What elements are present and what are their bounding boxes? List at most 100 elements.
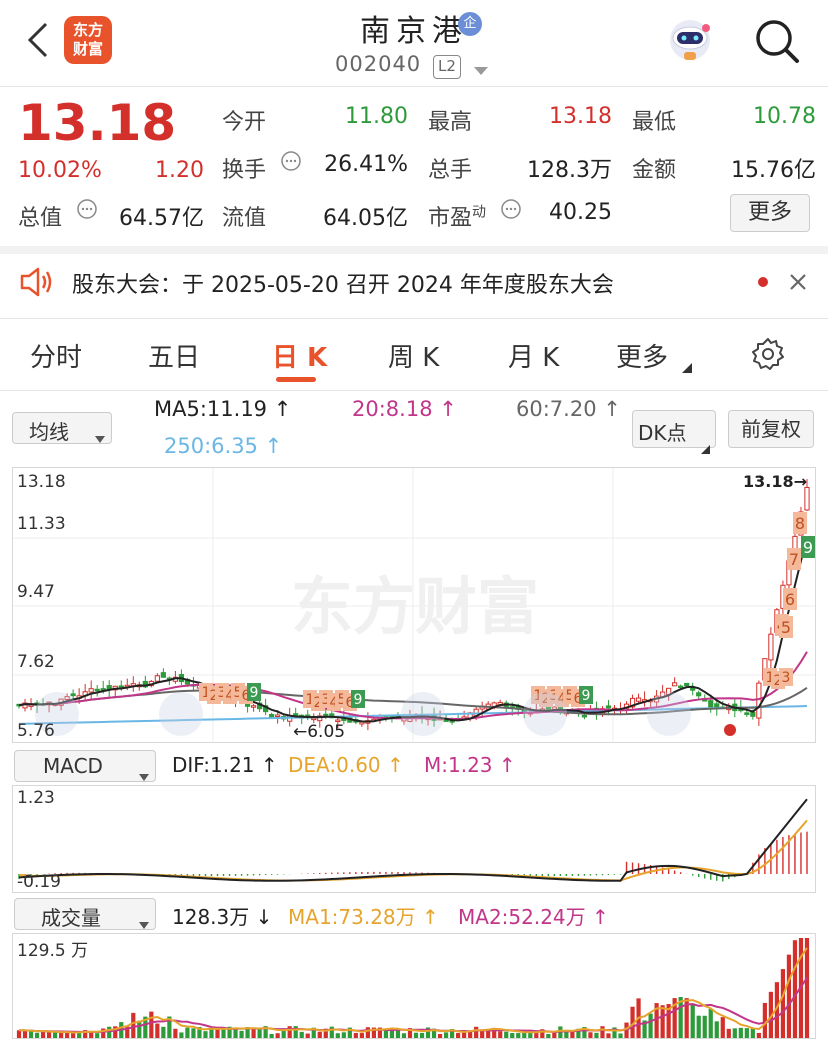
robot-assistant-icon[interactable] — [666, 16, 714, 64]
current-price: 13.18 — [18, 94, 177, 152]
volume-bar — [413, 1032, 419, 1038]
volume-bar — [203, 1031, 208, 1038]
candle — [130, 676, 136, 692]
unread-dot — [758, 277, 768, 287]
volume-bar — [52, 1032, 58, 1038]
tab-weekly-k[interactable]: 周 K — [388, 337, 439, 374]
dk-point-button[interactable]: DK点 — [632, 410, 716, 454]
volume-bar — [546, 1033, 551, 1038]
volume-bar — [215, 1029, 220, 1038]
volume-bar — [155, 1023, 160, 1038]
volume-bar — [71, 1032, 76, 1038]
pe-superscript: 动 — [472, 204, 487, 221]
adjust-mode-button[interactable]: 前复权 — [728, 410, 814, 448]
change-amount: 1.20 — [155, 158, 204, 183]
macd-dif-label: DIF:1.21 ↑ — [172, 753, 278, 777]
candle — [641, 691, 648, 707]
volume-bar — [341, 1032, 346, 1038]
pattern-highlight — [159, 692, 203, 736]
volume-bar — [317, 1031, 322, 1038]
close-icon[interactable] — [788, 272, 808, 296]
tab-monthly-k[interactable]: 月 K — [508, 337, 559, 374]
dk-count-marker: 9 — [351, 690, 365, 708]
ma-select-label: 均线 — [29, 420, 69, 444]
level2-badge[interactable]: L2 — [433, 55, 461, 79]
volume-bar — [780, 969, 786, 1038]
pe-label: 市盈动 — [428, 200, 486, 232]
more-button[interactable]: 更多 — [730, 194, 810, 232]
volume-bar — [504, 1031, 509, 1038]
candle — [190, 676, 197, 691]
info-icon[interactable] — [76, 198, 98, 224]
pattern-highlight — [523, 692, 567, 736]
period-low-marker: ←6.05 — [293, 722, 346, 742]
candle — [690, 682, 696, 696]
info-icon[interactable] — [280, 150, 302, 176]
volume-panel[interactable]: 129.5 万 — [12, 933, 816, 1039]
volume-bar — [552, 1032, 557, 1038]
svg-text:5: 5 — [781, 618, 791, 637]
svg-text:9: 9 — [354, 692, 363, 708]
volume-bar — [516, 1033, 521, 1038]
high-value: 13.18 — [549, 104, 612, 129]
svg-text:3: 3 — [782, 670, 791, 686]
corner-triangle-icon — [682, 358, 692, 377]
volume-bar — [251, 1028, 256, 1038]
macd-select-label: MACD — [43, 754, 103, 778]
ma60-label: 60:7.20 ↑ — [516, 397, 621, 421]
section-gap — [0, 246, 828, 254]
volume-bar — [22, 1030, 28, 1038]
search-icon[interactable] — [754, 18, 800, 68]
ma-select[interactable]: 均线 — [12, 412, 112, 444]
volume-bar — [750, 1028, 755, 1038]
float-value: 64.05亿 — [323, 206, 408, 231]
macd-select[interactable]: MACD — [14, 750, 156, 782]
tab-daily-k[interactable]: 日 K — [272, 337, 327, 374]
kline-y-label: 5.76 — [17, 721, 55, 741]
macd-panel[interactable]: 1.23 -0.19 — [12, 785, 816, 893]
kline-y-label: 11.33 — [17, 514, 66, 534]
kline-panel[interactable]: 东方财富 123456912345691234569123456789 13.1… — [12, 467, 816, 743]
tab-five-day[interactable]: 五日 — [148, 337, 200, 374]
candle — [359, 721, 365, 727]
volume-bar — [149, 1011, 154, 1038]
volume-bar — [510, 1033, 515, 1038]
pe-value: 40.25 — [549, 200, 612, 225]
tab-intraday[interactable]: 分时 — [30, 337, 82, 374]
mktcap-label: 总值 — [18, 206, 63, 231]
watermark-text: 东方财富 — [291, 570, 539, 643]
info-icon[interactable] — [500, 198, 522, 224]
candle — [178, 669, 185, 685]
ma20-label: 20:8.18 ↑ — [352, 397, 457, 421]
volume-bar — [648, 1013, 653, 1038]
kline-chart: 东方财富 123456912345691234569123456789 — [13, 468, 815, 742]
dropdown-arrow-icon[interactable] — [474, 62, 488, 81]
volume-ma1-label: MA1:73.28万 ↑ — [288, 905, 439, 929]
settings-gear-icon[interactable] — [750, 336, 786, 376]
volume-bar — [365, 1027, 370, 1038]
notice-text[interactable]: 股东大会：于 2025-05-20 召开 2024 年年度股东大会 — [72, 267, 614, 299]
tab-more[interactable]: 更多 — [616, 337, 668, 374]
dk-count-marker: 7 — [787, 548, 801, 570]
volume-bar — [744, 1028, 749, 1038]
candle — [154, 673, 160, 682]
volume-bar — [720, 1017, 725, 1038]
volume-select[interactable]: 成交量 — [14, 898, 156, 930]
volume-bar — [702, 1015, 707, 1038]
candle — [88, 680, 94, 700]
amount-label: 金额 — [632, 158, 677, 183]
turnover-label: 换手 — [222, 158, 267, 183]
svg-text:9: 9 — [582, 688, 591, 704]
macd-y-top: 1.23 — [17, 788, 55, 808]
kline-y-label: 7.62 — [17, 652, 55, 672]
dk-count-marker: 9 — [579, 686, 593, 704]
active-tab-indicator — [276, 377, 316, 382]
volume-bar — [437, 1033, 443, 1038]
dk-count-marker: 5 — [779, 616, 793, 638]
volume-bar — [474, 1026, 479, 1038]
svg-text:7: 7 — [789, 550, 799, 569]
dk-count-marker: 3 — [779, 668, 793, 686]
volume-bar — [95, 1033, 100, 1038]
volume-select-label: 成交量 — [41, 906, 101, 930]
volume-value: 128.3万 — [527, 158, 612, 183]
